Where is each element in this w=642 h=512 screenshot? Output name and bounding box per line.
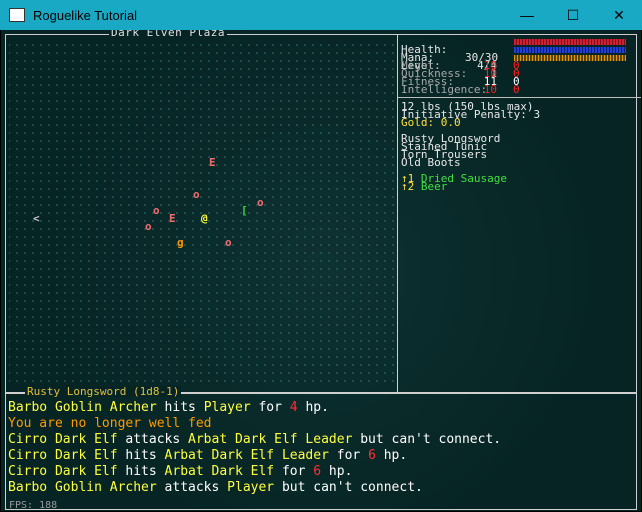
log-segment: but can't connect. — [274, 480, 423, 495]
log-segment: hp. — [321, 464, 353, 479]
equipment-list: Rusty Longsword Stained Tunic Torn Trouser… — [401, 133, 500, 168]
mana-bar — [514, 47, 626, 53]
map-area[interactable]: E o o E @ [ o o g o < — [9, 38, 396, 388]
log-segment: Player — [203, 400, 251, 415]
log-segment: hits — [156, 400, 204, 415]
close-button[interactable]: ✕ — [596, 0, 642, 30]
consumables-list: ↑1 Dried Sausage ↑2 Beer — [401, 173, 507, 193]
message-log: Barbo Goblin Archer hits Player for 4 hp… — [8, 400, 501, 496]
entity-orc[interactable]: o — [257, 197, 264, 208]
window-title: Roguelike Tutorial — [33, 7, 138, 23]
log-segment: attacks — [156, 480, 228, 495]
log-line: Barbo Goblin Archer attacks Player but c… — [8, 480, 501, 496]
game-viewport[interactable]: Dark Elven Plaza E o o E @ [ o o g o < H… — [1, 30, 641, 511]
log-line: You are no longer well fed — [8, 416, 501, 432]
weapon-label: Rusty Longsword (1d8-1) — [25, 385, 182, 398]
map-title: Dark Elven Plaza — [109, 30, 227, 38]
log-segment: Arbat Dark Elf — [164, 464, 275, 479]
log-line: Cirro Dark Elf hits Arbat Dark Elf for 6… — [8, 464, 501, 480]
entity-item[interactable]: [ — [241, 205, 248, 216]
log-segment: Arbat Dark Elf Leader — [188, 432, 353, 447]
fps-counter: FPS: 188 — [9, 500, 58, 511]
log-segment: Cirro Dark Elf — [8, 432, 118, 447]
log-segment: for — [274, 464, 314, 479]
minimize-button[interactable]: — — [504, 0, 550, 30]
attribute-value: 10 — [483, 83, 497, 96]
health-row: Health: 30/30 — [401, 38, 626, 63]
gold-text: Gold: 0.0 — [401, 116, 461, 129]
log-segment: hp. — [297, 400, 329, 415]
log-segment: attacks — [117, 432, 189, 447]
log-segment: for — [250, 400, 290, 415]
log-segment: 6 — [368, 448, 376, 463]
entity-orc[interactable]: o — [145, 221, 152, 232]
log-segment: hits — [117, 464, 165, 479]
hotkey-label: ↑2 — [401, 180, 415, 193]
log-line: Cirro Dark Elf hits Arbat Dark Elf Leade… — [8, 448, 501, 464]
log-line: Cirro Dark Elf attacks Arbat Dark Elf Le… — [8, 432, 501, 448]
player-glyph[interactable]: @ — [201, 213, 208, 224]
app-icon — [9, 8, 25, 22]
consumable-name: Beer — [414, 180, 448, 193]
log-segment: but can't connect. — [352, 432, 502, 447]
attribute-row: Intelligence: 10 0 — [401, 84, 520, 95]
log-segment: 6 — [313, 464, 322, 479]
mana-row: Mana: 4/4 — [401, 46, 626, 71]
log-segment: Cirro Dark Elf — [8, 448, 118, 463]
log-segment: for — [328, 448, 369, 463]
attributes-list: Might: 10 0 Quickness: 10 0 Fitness: 11 0 Intelli… — [401, 60, 520, 95]
attribute-bonus: 0 — [513, 83, 520, 96]
maximize-button[interactable]: ☐ — [550, 0, 596, 30]
log-segment: hp. — [375, 448, 408, 463]
stats-separator — [398, 97, 641, 98]
log-line: Barbo Goblin Archer hits Player for 4 hp… — [8, 400, 501, 416]
entity-orc[interactable]: o — [225, 237, 232, 248]
entity-elf[interactable]: E — [209, 157, 216, 168]
entity-orc[interactable]: o — [153, 205, 160, 216]
log-segment: 4 — [289, 400, 298, 415]
entity-elf[interactable]: E — [169, 213, 176, 224]
log-segment: Arbat Dark Elf Leader — [164, 448, 329, 463]
exit-stairs-glyph[interactable]: < — [33, 213, 40, 224]
log-segment: Player — [227, 480, 275, 495]
log-segment: Cirro Dark Elf — [8, 464, 118, 479]
log-segment: Barbo Goblin Archer — [8, 480, 157, 495]
entity-orc[interactable]: o — [193, 189, 200, 200]
log-segment: You are no longer well fed — [8, 416, 212, 431]
log-segment: hits — [117, 448, 165, 463]
log-segment: Barbo Goblin Archer — [8, 400, 157, 415]
health-bar — [514, 39, 626, 45]
stats-panel: Health: 30/30 Mana: 4/4 Level: 1 Might: 1… — [401, 38, 626, 95]
window-titlebar: Roguelike Tutorial — ☐ ✕ — [0, 0, 642, 30]
divider — [397, 34, 398, 394]
entity-goblin[interactable]: g — [177, 237, 184, 248]
xp-bar — [514, 55, 626, 61]
